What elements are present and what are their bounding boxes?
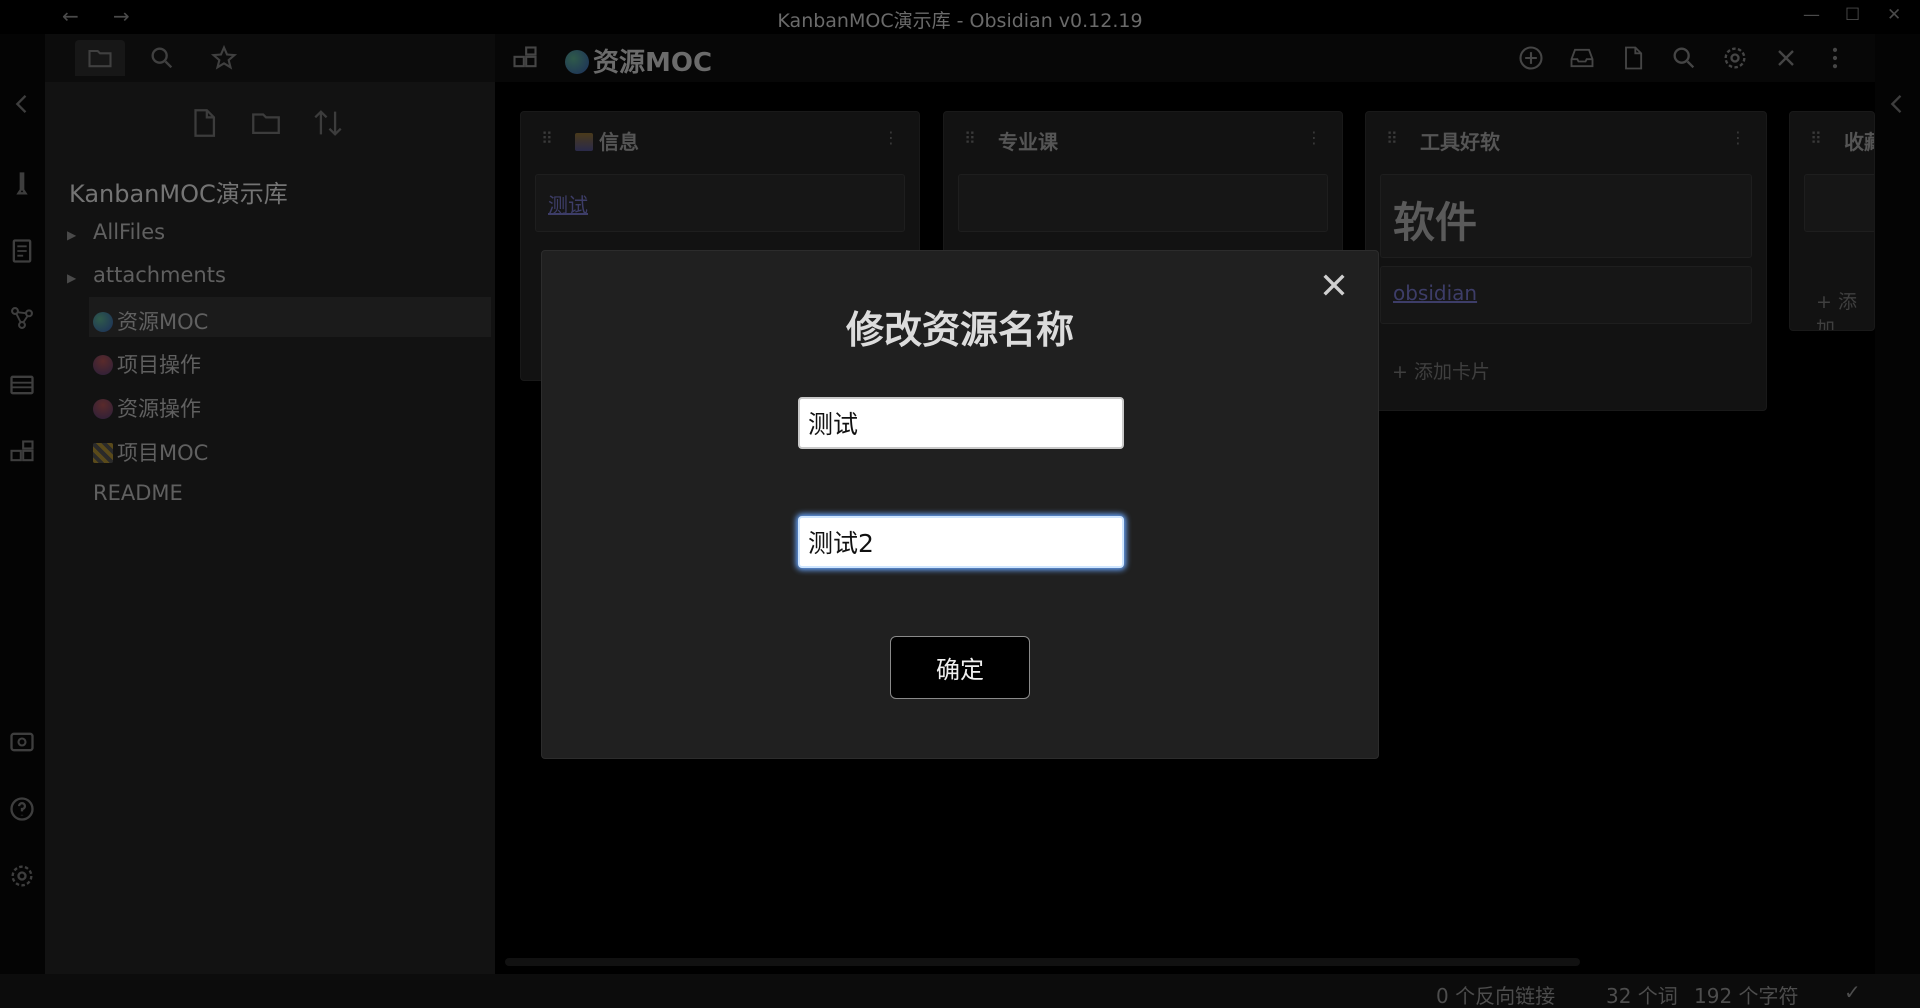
tree-file-project-ops[interactable]: 项目操作 [93,349,201,379]
sync-check-icon[interactable]: ✓ [1844,980,1861,1004]
modal-title: 修改资源名称 [845,308,1074,352]
maximize-button[interactable]: ☐ [1845,5,1860,25]
tree-file-resource-moc[interactable]: 资源MOC [89,297,491,337]
caret-right-icon[interactable]: ▶ [67,228,76,242]
add-card-button[interactable]: + 添加 [1816,287,1874,330]
tab-starred[interactable] [199,40,249,76]
new-folder-icon[interactable] [249,106,283,140]
kanban-board-icon[interactable] [8,371,36,399]
globe-emoji-icon [565,50,589,74]
more-vertical-icon[interactable] [1821,44,1849,72]
window-title: KanbanMOC演示库 - Obsidian v0.12.19 [777,10,1143,32]
globe-emoji-icon [93,312,113,332]
tree-folder-allfiles[interactable]: AllFiles [93,220,165,244]
card-link[interactable]: 测试 [548,189,588,218]
lane-menu-icon[interactable]: ⋮ [883,128,899,147]
lane-title[interactable]: 专业课 [998,126,1058,155]
view-title-text: 资源MOC [593,48,713,78]
drag-handle-icon[interactable]: ⠿ [1810,129,1822,148]
document-icon[interactable] [8,237,36,265]
left-ribbon [0,34,45,974]
close-window-button[interactable]: ✕ [1887,5,1901,25]
minimize-button[interactable]: — [1803,5,1820,25]
status-bar: 0 个反向链接 32 个词 192 个字符 ✓ [0,974,1920,1008]
lane-title[interactable]: 收藏 [1844,126,1874,155]
lane-header: ⠿ 收藏 [1790,112,1874,166]
blocks-icon[interactable] [8,438,36,466]
rename-resource-modal: 修改资源名称 确定 [541,250,1379,759]
lane-header: ⠿ 工具好软 ⋮ [1366,112,1766,166]
archive-icon[interactable] [1568,44,1596,72]
search-icon[interactable] [1670,44,1698,72]
lane-title[interactable]: 信息 [575,126,639,155]
kanban-lane: ⠿ 收藏 + 添加 [1789,111,1875,331]
card-heading: 软件 [1393,198,1478,247]
blocks-icon[interactable] [511,44,539,72]
joystick-emoji-icon [93,355,113,375]
vault-name[interactable]: KanbanMOC演示库 [69,174,288,209]
tree-item-label: 资源操作 [117,397,201,421]
close-icon[interactable] [1772,44,1800,72]
file-explorer-sidebar: KanbanMOC演示库 ▶ AllFiles ▶ attachments 资源… [45,34,495,974]
tree-item-label: 资源MOC [117,310,209,334]
kanban-card-placeholder[interactable] [1804,174,1874,232]
kanban-card-placeholder[interactable] [958,174,1328,232]
search-icon [151,47,173,69]
confirm-button[interactable]: 确定 [890,636,1030,699]
card-link[interactable]: obsidian [1393,281,1477,305]
add-circle-icon[interactable] [1517,44,1545,72]
caret-right-icon[interactable]: ▶ [67,271,76,285]
tab-file-explorer[interactable] [75,40,125,76]
new-name-input[interactable] [798,516,1124,568]
backlinks-count[interactable]: 0 个反向链接 [1436,980,1555,1008]
sidebar-tab-strip [45,34,495,82]
folder-icon [88,49,112,68]
star-icon [210,44,238,70]
collapse-right-icon[interactable] [1883,90,1911,118]
settings-gear-icon[interactable] [8,862,36,890]
word-count: 32 个词 [1606,984,1678,1008]
gear-icon[interactable] [1721,44,1749,72]
tree-file-project-moc[interactable]: 项目MOC [93,437,208,467]
new-note-icon[interactable] [187,106,221,140]
view-header: 资源MOC [495,34,1875,82]
view-title: 资源MOC [565,42,712,79]
kanban-card[interactable]: 软件 [1380,174,1752,258]
horizontal-scrollbar[interactable] [505,958,1580,966]
lane-title-text: 信息 [599,130,639,154]
lane-header: ⠿ 信息 ⋮ [521,112,919,166]
construction-emoji-icon [93,443,113,463]
card-index-emoji-icon [575,133,593,151]
right-ribbon [1875,34,1920,974]
help-icon[interactable] [8,795,36,823]
lane-title[interactable]: 工具好软 [1420,126,1500,155]
tree-file-readme[interactable]: README [93,481,183,505]
drag-handle-icon[interactable]: ⠿ [964,129,976,148]
char-count: 192 个字符 [1694,984,1799,1008]
tree-item-label: 项目MOC [117,441,209,465]
graph-view-icon[interactable] [8,304,36,332]
tab-search[interactable] [137,40,187,76]
add-card-button[interactable]: + 添加卡片 [1392,357,1490,384]
vault-icon[interactable] [8,728,36,756]
drag-handle-icon[interactable]: ⠿ [541,129,553,148]
tree-folder-attachments[interactable]: attachments [93,263,226,287]
lane-header: ⠿ 专业课 ⋮ [944,112,1342,166]
tree-item-label: 项目操作 [117,353,201,377]
close-icon[interactable] [1318,269,1350,301]
collapse-left-icon[interactable] [8,90,36,118]
kanban-card[interactable]: obsidian [1380,266,1752,324]
old-name-input[interactable] [798,397,1124,449]
joystick-emoji-icon [93,399,113,419]
title-bar: ← → KanbanMOC演示库 - Obsidian v0.12.19 — ☐… [0,0,1920,34]
kanban-lane: ⠿ 工具好软 ⋮ 软件 obsidian + 添加卡片 [1365,111,1767,411]
tree-file-resource-ops[interactable]: 资源操作 [93,393,201,423]
kanban-card[interactable]: 测试 [535,174,905,232]
lane-menu-icon[interactable]: ⋮ [1730,128,1746,147]
tag-icon[interactable] [8,170,36,198]
sort-icon[interactable] [311,106,345,140]
file-icon[interactable] [1619,44,1647,72]
drag-handle-icon[interactable]: ⠿ [1386,129,1398,148]
lane-menu-icon[interactable]: ⋮ [1306,128,1322,147]
